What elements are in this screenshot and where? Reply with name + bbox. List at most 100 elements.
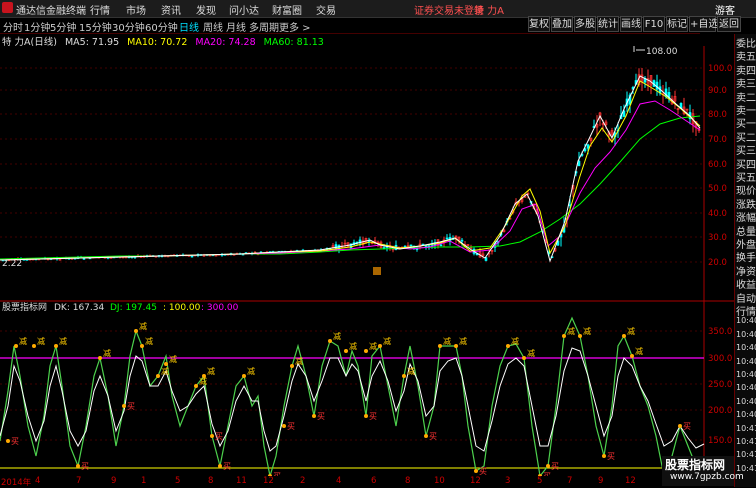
toolbar-button[interactable]: 叠加 [551,16,573,32]
buy-signal-label: 买 [223,462,231,471]
menu-item[interactable]: 发现 [196,2,216,17]
price-axis-label: 70.0 [708,135,727,145]
period-tab[interactable]: 1分钟 [24,19,50,34]
date-label: 4 [35,476,41,486]
sell-signal-label: 减 [37,336,45,346]
buy-signal-label: 买 [551,462,559,471]
sell-signal-label: 减 [527,348,535,358]
sell-signal-dot [242,374,246,378]
buy-signal-dot [546,464,550,468]
period-tab[interactable]: 15分钟 [79,19,112,34]
date-label: 7 [567,476,573,486]
sell-signal-label: 减 [635,346,643,356]
period-tab[interactable]: 周线 [203,19,223,34]
sell-signal-label: 减 [369,341,377,351]
date-label: 7 [76,476,82,486]
period-tab[interactable]: 多周期 [249,19,279,34]
period-tab[interactable]: 5分钟 [50,19,76,34]
buy-signal-dot [210,434,214,438]
guest-label[interactable]: 游客 [715,2,735,17]
sell-signal-label: 减 [295,356,303,366]
date-label: 1 [141,476,147,486]
side-panel-item: 10:40 [736,356,756,366]
period-tab[interactable]: 30分钟 [112,19,145,34]
menu-item[interactable]: 行情 [90,2,110,17]
indicator-axis-label: 200.0 [708,406,732,416]
sell-signal-dot [32,344,36,348]
side-panel-item: 10:40 [736,410,756,420]
candle-body [424,245,428,248]
side-panel-item: 10:40 [736,396,756,406]
sell-signal-dot [622,334,626,338]
sell-signal-dot [140,344,144,348]
menu-item[interactable]: 交易 [316,2,336,17]
period-tab[interactable]: 日线 [179,19,199,34]
price-axis-label: 90.0 [708,86,727,96]
buy-signal-label: 买 [287,422,295,431]
buy-signal-dot [312,414,316,418]
sell-signal-dot [164,362,168,366]
sell-signal-dot [290,364,294,368]
side-panel-item: 10:40 [736,343,756,353]
sell-signal-label: 减 [567,326,575,336]
date-label: 11 [236,476,247,486]
buy-signal-label: 买 [215,432,223,441]
period-tab[interactable]: 更多 > [279,19,311,34]
sell-signal-dot [344,349,348,353]
sell-signal-label: 减 [583,326,591,336]
sell-signal-dot [328,339,332,343]
watermark: 股票指标网 www.7gpzb.com [662,456,744,486]
buy-signal-dot [474,469,478,473]
side-panel-item: 10:40 [736,316,756,326]
sell-signal-dot [364,349,368,353]
sell-signal-label: 减 [59,336,67,346]
toolbar-button[interactable]: 统计 [597,16,619,32]
toolbar-button[interactable]: F10 [643,16,665,32]
period-tab[interactable]: 60分钟 [145,19,178,34]
sell-signal-dot [202,374,206,378]
candle-body [190,255,194,258]
side-panel-item: 10:40 [736,383,756,393]
menu-item[interactable]: 财富圈 [272,2,302,17]
toolbar-button[interactable]: 画线 [620,16,642,32]
date-label: 8 [405,476,411,486]
sell-signal-dot [194,384,198,388]
buy-signal-dot [602,454,606,458]
side-panel-item: 10:40 [736,329,756,339]
period-tab[interactable]: 分时 [3,19,23,34]
date-label: 9 [111,476,117,486]
event-marker-icon[interactable] [373,267,381,275]
toolbar-button[interactable]: 多股 [574,16,596,32]
sell-signal-dot [378,344,382,348]
menu-item[interactable]: 问小达 [229,2,259,17]
candle-body [409,244,413,247]
sell-signal-dot [14,344,18,348]
menu-item[interactable]: 市场 [126,2,146,17]
toolbar-button[interactable]: 返回 [717,16,741,32]
sell-signal-label: 减 [333,331,341,341]
buy-signal-label: 买 [317,412,325,421]
sell-signal-label: 减 [627,326,635,336]
kline-chart[interactable]: 100.0 90.0 80.0 70.0 60.0 50.0 40.0 30.0 20.0 10… [0,46,734,476]
toolbar-button[interactable]: 标记 [666,16,688,32]
toolbar-button[interactable]: +自选 [689,16,718,32]
sell-signal-label: 减 [383,336,391,346]
indicator-axis-label: 150.0 [708,436,732,446]
date-label: 12 [625,476,636,486]
quote-side-panel: 委比 卖五 卖四 卖三 卖二 卖一 买一 买二 买三 买四 买五 现价 涨跌 涨幅 总量 外盘 换手 净资 收益 自动… [734,34,756,487]
menu-item[interactable]: 资讯 [161,2,181,17]
price-axis-label: 80.0 [708,110,727,120]
sell-signal-label: 减 [511,336,519,346]
indicator-name[interactable]: 股票指标网 [2,301,47,313]
sell-signal-label: 减 [103,348,111,358]
period-tab[interactable]: 月线 [226,19,246,34]
sell-signal-dot [506,344,510,348]
side-panel-item: 10:41 [736,450,756,460]
current-stock-label: 特 力A [474,6,505,17]
sell-signal-dot [402,374,406,378]
date-label: 3 [505,476,511,486]
high-price-annotation: 108.00 [646,47,678,57]
toolbar-button[interactable]: 复权 [528,16,550,32]
sell-signal-dot [630,354,634,358]
sell-signal-dot [578,334,582,338]
